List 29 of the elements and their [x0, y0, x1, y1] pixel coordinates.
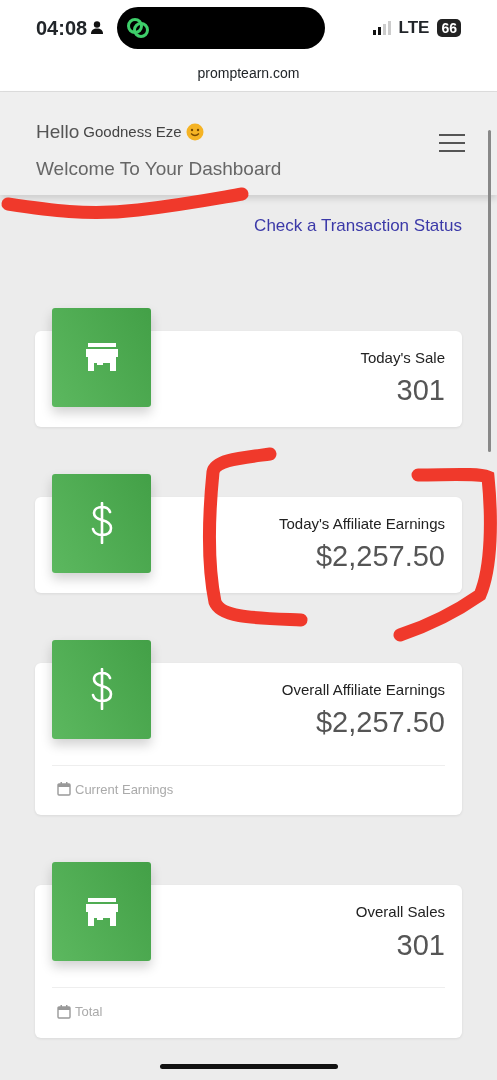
stat-value: $2,257.50 — [316, 705, 445, 740]
transaction-status-link[interactable]: Check a Transaction Status — [254, 213, 462, 239]
status-time: 04:08 — [36, 15, 88, 41]
stat-value: 301 — [396, 927, 445, 963]
user-name: Goodness Eze — [83, 122, 182, 142]
stat-title: Today's Sale — [360, 347, 445, 368]
signal-icon — [372, 20, 391, 35]
stat-title: Overall Affiliate Earnings — [281, 679, 445, 700]
dollar-icon — [89, 668, 114, 710]
stat-footer-text: Current Earnings — [75, 780, 174, 799]
stat-title: Today's Affiliate Earnings — [278, 513, 445, 534]
calendar-icon — [57, 782, 71, 797]
stat-footer-text: Total — [75, 1003, 103, 1021]
smiley-icon — [185, 123, 204, 142]
dollar-icon — [89, 502, 114, 544]
battery-level: 66 — [437, 18, 461, 37]
calendar-icon — [57, 1004, 71, 1019]
store-icon — [85, 897, 118, 926]
greeting: Hello — [36, 120, 80, 144]
stat-value: $2,257.50 — [316, 539, 445, 574]
link-icon — [125, 15, 152, 40]
welcome-text: Welcome To Your Dashboard — [36, 156, 282, 181]
store-icon — [85, 343, 118, 371]
url-text[interactable]: promptearn.com — [197, 62, 300, 84]
network-label: LTE — [398, 16, 430, 39]
stat-value: 301 — [396, 373, 445, 408]
stat-title: Overall Sales — [355, 902, 445, 922]
menu-icon[interactable] — [439, 134, 465, 152]
person-icon — [91, 21, 104, 34]
